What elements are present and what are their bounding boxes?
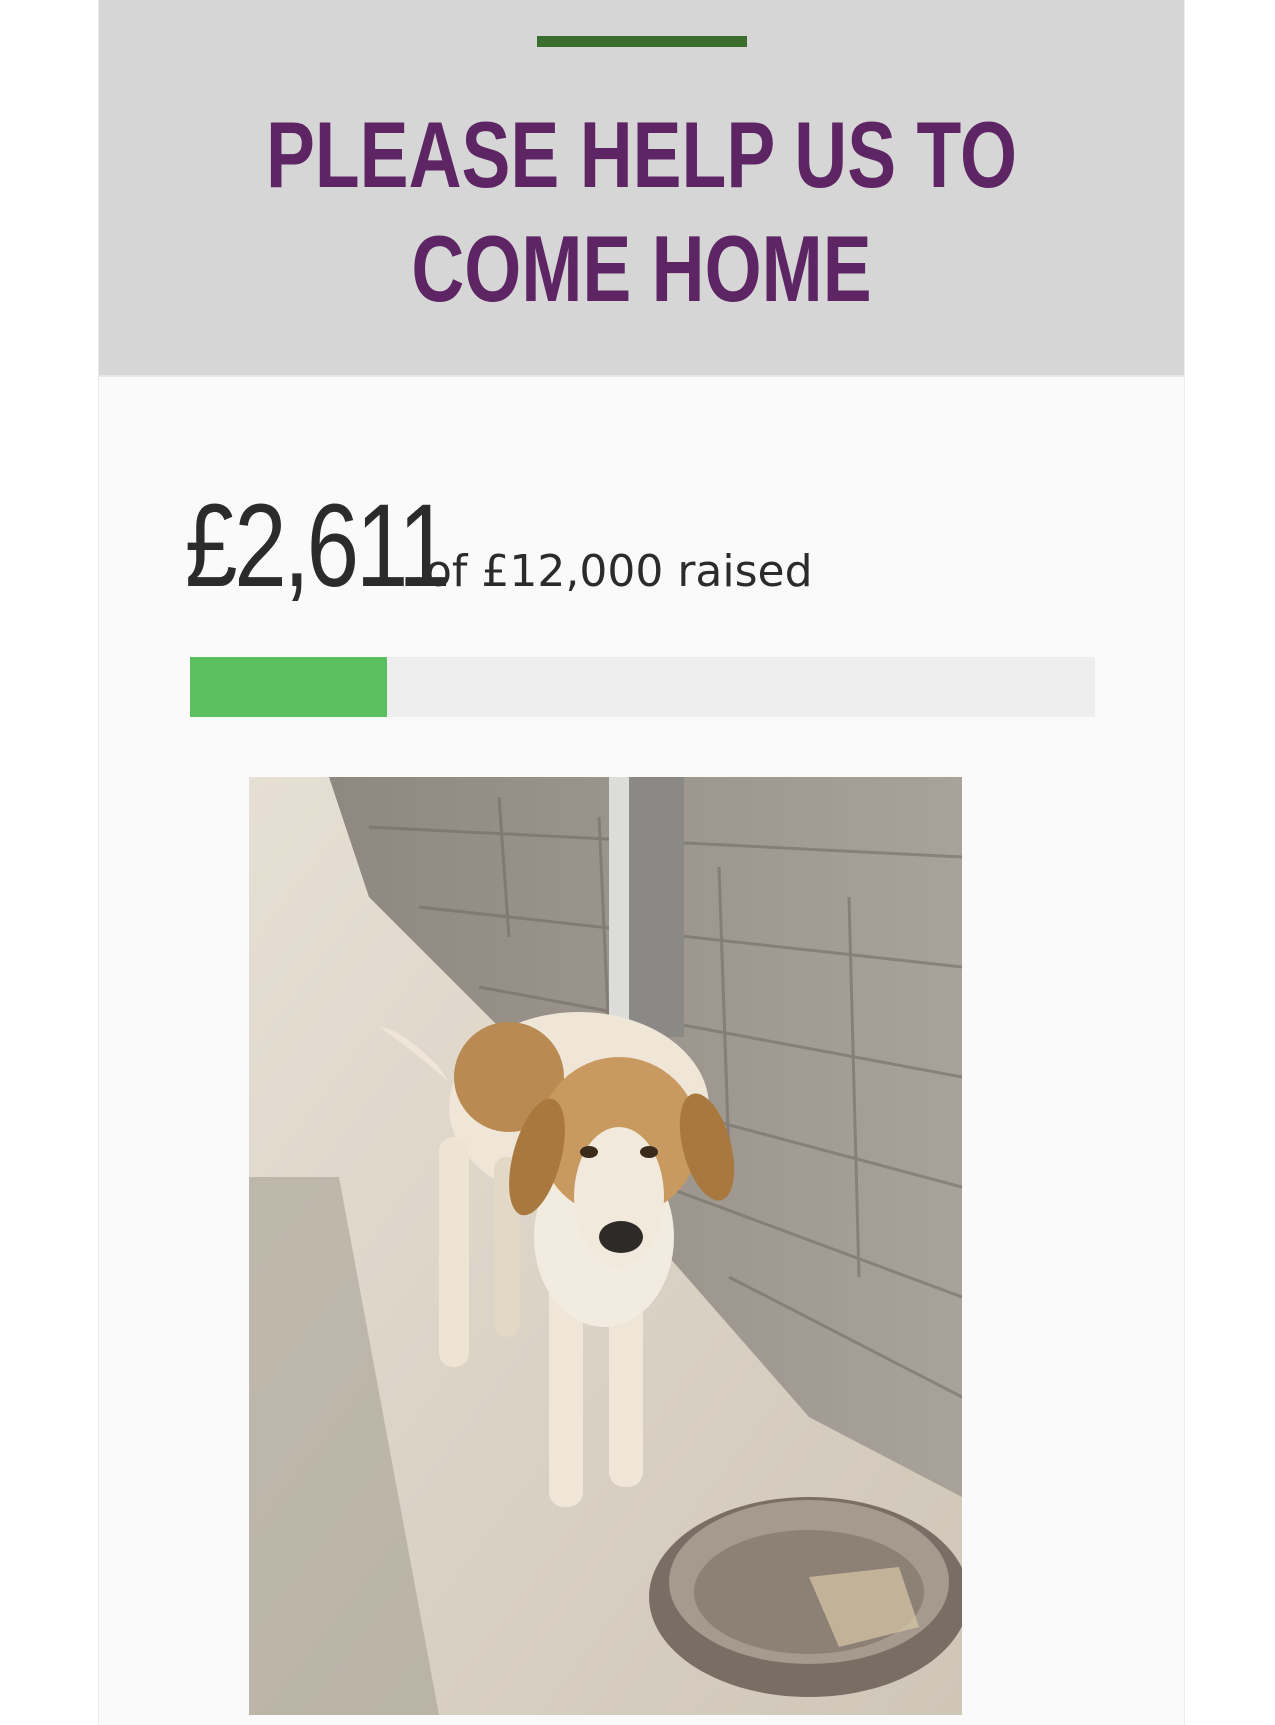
goal-text: of £12,000 raised xyxy=(425,546,813,597)
header-accent-rule xyxy=(537,36,747,47)
campaign-header: PLEASE HELP US TO COME HOME xyxy=(99,0,1184,377)
progress-bar-fill xyxy=(190,657,387,717)
raised-amount: £2,611 xyxy=(185,480,451,612)
raised-summary: £2,611 of £12,000 raised xyxy=(185,478,813,612)
campaign-card: PLEASE HELP US TO COME HOME £2,611 of £1… xyxy=(98,0,1185,1725)
dog-photo xyxy=(249,777,962,1715)
fundraiser-page: PLEASE HELP US TO COME HOME £2,611 of £1… xyxy=(0,0,1275,1725)
campaign-title: PLEASE HELP US TO COME HOME xyxy=(265,102,1018,321)
dog-photo-illustration xyxy=(249,777,962,1715)
progress-bar xyxy=(190,657,1095,717)
